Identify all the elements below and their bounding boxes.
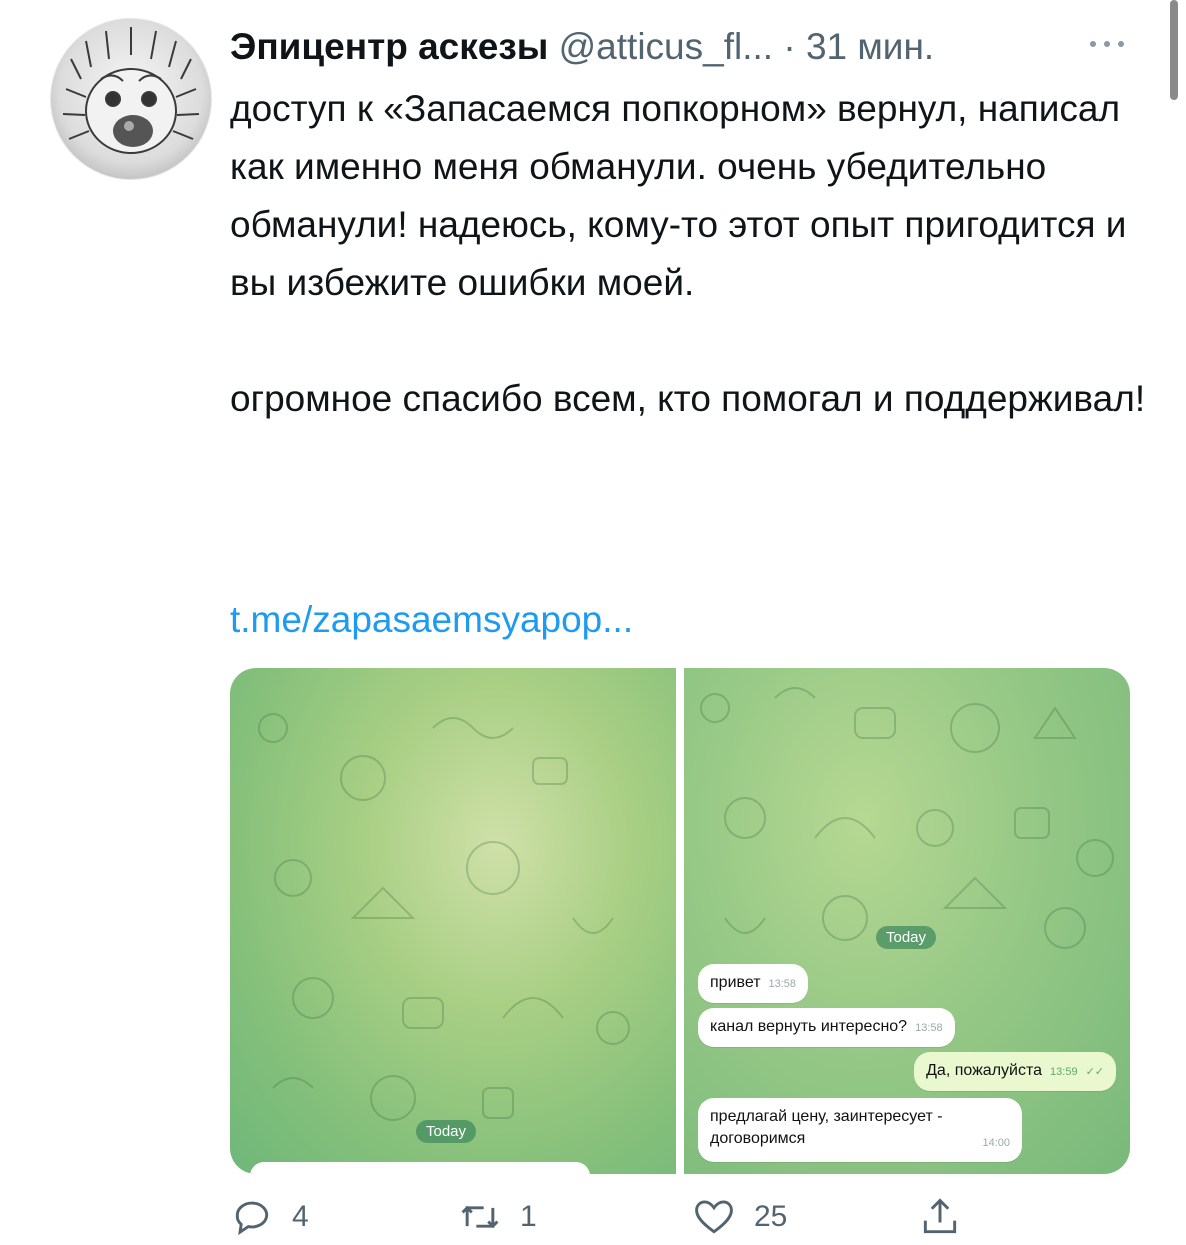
tweet-link[interactable]: t.me/zapasaemsyapop...	[230, 595, 633, 645]
page-scrollbar[interactable]	[1170, 0, 1178, 100]
partial-message	[250, 1162, 590, 1174]
retweet-count: 1	[520, 1200, 537, 1233]
message-text: канал вернуть интересно?	[710, 1018, 908, 1035]
reply-button[interactable]: 4	[230, 1195, 309, 1239]
media-image-left[interactable]: Today	[230, 668, 676, 1174]
tweet-header: Эпицентр аскезы @atticus_fl... · 31 мин.	[230, 22, 1130, 72]
message-text: предлагай цену, заинтересует - договорим…	[710, 1108, 943, 1147]
message-bubble-4: предлагай цену, заинтересует - договорим…	[698, 1098, 1022, 1162]
tweet-media[interactable]: Today Today привет 13:58 канал вернуть ин…	[230, 668, 1130, 1174]
message-bubble-3: Да, пожалуйста 13:59 ✓✓	[914, 1052, 1116, 1091]
share-button[interactable]	[918, 1195, 980, 1239]
author-handle[interactable]: @atticus_fl...	[559, 26, 773, 67]
reply-count: 4	[292, 1200, 309, 1233]
message-text: Да, пожалуйста	[926, 1062, 1043, 1079]
retweet-button[interactable]: 1	[458, 1195, 537, 1239]
share-icon	[923, 1198, 957, 1234]
tweet-actions: 4 1 25	[230, 1195, 1130, 1245]
media-image-right[interactable]: Today привет 13:58 канал вернуть интересн…	[684, 668, 1130, 1174]
header-separator: ·	[783, 26, 796, 67]
like-button[interactable]: 25	[692, 1195, 787, 1239]
reply-icon	[235, 1201, 269, 1236]
avatar-illustration	[62, 27, 200, 154]
author-name[interactable]: Эпицентр аскезы	[230, 26, 548, 67]
tweet-paragraph-2: огромное спасибо всем, кто помогал и под…	[230, 378, 1146, 419]
message-time: 14:00	[982, 1137, 1010, 1149]
message-text: привет	[710, 974, 761, 991]
message-time: 13:59	[1050, 1066, 1078, 1078]
heart-icon	[695, 1200, 733, 1234]
tweet-paragraph-1: доступ к «Запасаемся попкорном» вернул, …	[230, 88, 1137, 303]
tweet-timestamp[interactable]: 31 мин.	[806, 26, 934, 67]
read-check-icon: ✓✓	[1085, 1066, 1104, 1078]
date-badge-right: Today	[876, 926, 937, 949]
message-time: 13:58	[915, 1022, 943, 1034]
message-bubble-2: канал вернуть интересно? 13:58	[698, 1008, 955, 1047]
retweet-icon	[461, 1205, 499, 1229]
avatar[interactable]	[50, 18, 212, 180]
date-badge-left: Today	[416, 1120, 477, 1143]
message-time: 13:58	[768, 978, 797, 990]
tweet-text: доступ к «Запасаемся попкорном» вернул, …	[230, 80, 1160, 428]
like-count: 25	[754, 1200, 788, 1233]
more-horizontal-icon[interactable]	[1085, 30, 1129, 58]
chat-pattern-left	[258, 713, 630, 1121]
message-bubble-1: привет 13:58	[698, 964, 809, 1003]
